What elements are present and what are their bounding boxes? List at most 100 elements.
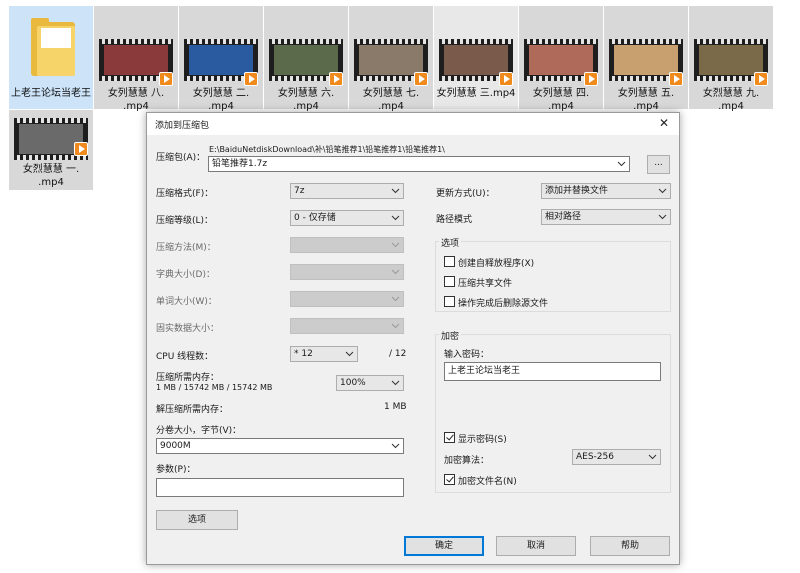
file-name: 女列慧慧 七. [362, 88, 420, 99]
file-ext: .mp4 [378, 101, 404, 112]
chevron-down-icon [391, 379, 400, 387]
split-label: 分卷大小，字节(V)： [156, 426, 242, 436]
password-input[interactable]: 上老王论坛当老王 [444, 362, 661, 381]
chevron-down-icon [648, 453, 657, 461]
level-label: 压缩等级(L)： [156, 216, 214, 226]
show-password-checkbox[interactable] [444, 432, 455, 443]
split-combo[interactable]: 9000M [156, 438, 404, 454]
play-badge-icon [329, 72, 343, 86]
split-value: 9000M [160, 441, 191, 451]
file-ext: .mp4 [38, 177, 64, 188]
update-combo[interactable]: 添加并替换文件 [541, 183, 671, 199]
play-badge-icon [584, 72, 598, 86]
ok-button[interactable]: 确定 [404, 536, 484, 556]
video-file-item[interactable]: 女列慧慧 六. .mp4 [264, 6, 348, 112]
file-name: 女烈慧慧 一. [22, 164, 80, 175]
file-ext: .mp4 [293, 101, 319, 112]
dict-combo[interactable] [290, 264, 404, 280]
video-file-item[interactable]: 女列慧慧 五. .mp4 [604, 6, 688, 112]
video-file-item[interactable]: 女列慧慧 二. .mp4 [179, 6, 263, 112]
sfx-label: 创建自释放程序(X) [458, 259, 535, 269]
chevron-down-icon [391, 268, 400, 276]
mem-comp-value: 100% [340, 378, 366, 388]
threads-combo[interactable]: * 12 [290, 346, 358, 362]
file-name: 女列慧慧 五. [617, 88, 675, 99]
file-ext: .mp4 [208, 101, 234, 112]
threads-label: CPU 线程数： [156, 352, 214, 362]
cancel-button[interactable]: 取消 [496, 536, 576, 556]
params-label: 参数(P)： [156, 465, 196, 475]
chevron-down-icon [391, 322, 400, 330]
file-name: 女列慧慧 二. [192, 88, 250, 99]
word-combo[interactable] [290, 291, 404, 307]
file-name: 女列慧慧 六. [277, 88, 335, 99]
update-label: 更新方式(U)： [436, 189, 495, 199]
encrypt-method-value: AES-256 [576, 452, 614, 462]
sfx-checkbox[interactable] [444, 256, 455, 267]
format-value: 7z [294, 186, 305, 196]
file-name: 女列慧慧 八. [107, 88, 165, 99]
shared-checkbox[interactable] [444, 276, 455, 287]
archive-name-combo[interactable]: 铅笔推荐1.7z [208, 156, 630, 172]
play-badge-icon [499, 72, 513, 86]
word-label: 单词大小(W)： [156, 297, 217, 307]
path-mode-combo[interactable]: 相对路径 [541, 209, 671, 225]
solid-label: 固实数据大小： [156, 324, 220, 334]
chevron-down-icon [617, 160, 626, 168]
close-icon[interactable]: ✕ [659, 116, 669, 130]
method-combo[interactable] [290, 237, 404, 253]
update-value: 添加并替换文件 [545, 186, 609, 196]
threads-value: * 12 [294, 349, 313, 359]
video-file-item[interactable]: 女列慧慧 三.mp4 [434, 6, 518, 109]
file-ext: .mp4 [633, 101, 659, 112]
folder-icon [31, 18, 75, 76]
chevron-down-icon [658, 187, 667, 195]
params-input[interactable] [156, 478, 404, 497]
level-value: 0 - 仅存储 [294, 213, 336, 223]
format-combo[interactable]: 7z [290, 183, 404, 199]
play-badge-icon [754, 72, 768, 86]
dialog-titlebar: 添加到压缩包 ✕ [147, 113, 679, 135]
chevron-down-icon [345, 350, 354, 358]
encrypt-method-combo[interactable]: AES-256 [572, 449, 661, 465]
chevron-down-icon [391, 187, 400, 195]
add-to-archive-dialog: 添加到压缩包 ✕ 压缩包(A)： E:\BaiduNetdiskDownload… [146, 112, 680, 565]
encrypt-names-checkbox[interactable] [444, 474, 455, 485]
password-label: 输入密码： [444, 350, 490, 360]
folder-item[interactable]: 上老王论坛当老王 [9, 6, 93, 109]
show-password-label: 显示密码(S) [458, 435, 507, 445]
chevron-down-icon [391, 295, 400, 303]
mem-comp-combo[interactable]: 100% [336, 375, 404, 391]
method-label: 压缩方法(M)： [156, 243, 216, 253]
video-file-item[interactable]: 女烈慧慧 九. .mp4 [689, 6, 773, 112]
help-button[interactable]: 帮助 [590, 536, 670, 556]
file-ext: .mp4 [123, 101, 149, 112]
browse-button[interactable]: ... [647, 155, 670, 174]
options-group-title: 选项 [439, 236, 462, 249]
video-file-item[interactable]: 女列慧慧 八. .mp4 [94, 6, 178, 112]
encrypt-names-label: 加密文件名(N) [458, 477, 517, 487]
chevron-down-icon [391, 442, 400, 450]
encrypt-method-label: 加密算法： [444, 456, 490, 466]
file-ext: .mp4 [548, 101, 574, 112]
video-file-item[interactable]: 女列慧慧 四. .mp4 [519, 6, 603, 112]
level-combo[interactable]: 0 - 仅存储 [290, 210, 404, 226]
solid-combo[interactable] [290, 318, 404, 334]
path-mode-value: 相对路径 [545, 212, 582, 222]
encrypt-group-title: 加密 [439, 329, 462, 342]
delete-source-checkbox[interactable] [444, 296, 455, 307]
dialog-title: 添加到压缩包 [155, 121, 210, 131]
play-badge-icon [414, 72, 428, 86]
video-file-item[interactable]: 女列慧慧 七. .mp4 [349, 6, 433, 112]
options-button[interactable]: 选项 [156, 510, 238, 530]
mem-decomp-value: 1 MB [384, 402, 407, 412]
mem-comp-label: 压缩所需内存： [156, 373, 220, 383]
chevron-down-icon [391, 214, 400, 222]
video-file-item[interactable]: 女烈慧慧 一. .mp4 [9, 110, 93, 190]
archive-label: 压缩包(A)： [156, 153, 206, 163]
file-ext: .mp4 [718, 101, 744, 112]
chevron-down-icon [391, 241, 400, 249]
file-name: 女烈慧慧 九. [702, 88, 760, 99]
archive-path: E:\BaiduNetdiskDownload\补\铅笔推荐1\铅笔推荐1\铅笔… [209, 145, 445, 154]
play-badge-icon [244, 72, 258, 86]
